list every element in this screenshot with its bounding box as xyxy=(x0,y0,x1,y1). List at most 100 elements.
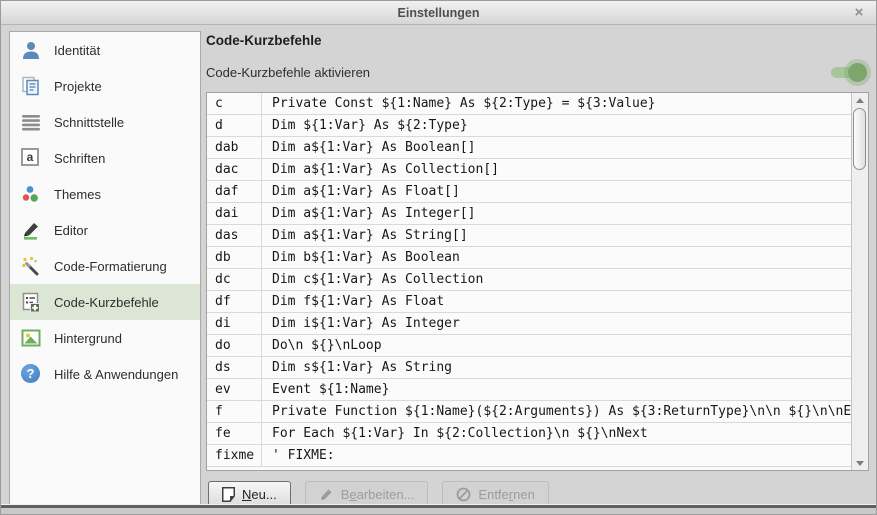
table-row[interactable]: fPrivate Function ${1:Name}(${2:Argument… xyxy=(207,401,851,423)
code-format-icon xyxy=(21,256,41,276)
sidebar-item-label: Code-Formatierung xyxy=(54,259,167,274)
enable-snippets-row: Code-Kurzbefehle aktivieren xyxy=(206,61,869,83)
pencil-icon xyxy=(319,487,334,502)
sidebar-item-editor[interactable]: Editor xyxy=(10,212,200,248)
sidebar-item-label: Projekte xyxy=(54,79,102,94)
settings-sidebar: Identität Projekte Schnittstelle a Schri… xyxy=(9,31,201,506)
fonts-icon-glyph: a xyxy=(27,151,34,163)
table-row[interactable]: dfDim f${1:Var} As Float xyxy=(207,291,851,313)
table-row[interactable]: dacDim a${1:Var} As Collection[] xyxy=(207,159,851,181)
table-row[interactable]: dsDim s${1:Var} As String xyxy=(207,357,851,379)
vertical-scrollbar[interactable] xyxy=(851,93,868,470)
fonts-icon: a xyxy=(21,148,41,168)
sidebar-item-label: Editor xyxy=(54,223,88,238)
shortcut-expansion: Private Const ${1:Name} As ${2:Type} = $… xyxy=(262,93,851,114)
window-title: Einstellungen xyxy=(398,6,480,20)
shortcut-code: daf xyxy=(207,181,262,202)
shortcut-code: dc xyxy=(207,269,262,290)
sidebar-item-label: Themes xyxy=(54,187,101,202)
table-row[interactable]: dbDim b${1:Var} As Boolean xyxy=(207,247,851,269)
scroll-up-icon[interactable] xyxy=(852,93,868,107)
sidebar-item-schriften[interactable]: a Schriften xyxy=(10,140,200,176)
shortcut-code: ds xyxy=(207,357,262,378)
shortcut-code: f xyxy=(207,401,262,422)
shortcuts-table: cPrivate Const ${1:Name} As ${2:Type} = … xyxy=(206,92,869,471)
table-row[interactable]: dafDim a${1:Var} As Float[] xyxy=(207,181,851,203)
enable-snippets-label: Code-Kurzbefehle aktivieren xyxy=(206,65,370,80)
help-icon-glyph: ? xyxy=(27,367,35,380)
table-row[interactable]: dasDim a${1:Var} As String[] xyxy=(207,225,851,247)
table-row[interactable]: fixme' FIXME: xyxy=(207,445,851,467)
sidebar-item-label: Code-Kurzbefehle xyxy=(54,295,159,310)
edit-button-label: Bearbeiten... xyxy=(341,487,415,502)
close-icon[interactable]: × xyxy=(851,5,867,21)
table-row[interactable]: evEvent ${1:Name} xyxy=(207,379,851,401)
shortcut-table-body: cPrivate Const ${1:Name} As ${2:Type} = … xyxy=(207,93,851,470)
title-bar[interactable]: Einstellungen × xyxy=(1,1,876,25)
interface-icon xyxy=(21,112,41,132)
remove-button-label: Entfernen xyxy=(478,487,534,502)
shortcut-expansion: Do\n ${}\nLoop xyxy=(262,335,851,356)
table-row[interactable]: doDo\n ${}\nLoop xyxy=(207,335,851,357)
table-row[interactable]: diDim i${1:Var} As Integer xyxy=(207,313,851,335)
shortcut-expansion: For Each ${1:Var} In ${2:Collection}\n $… xyxy=(262,423,851,444)
table-row[interactable]: dDim ${1:Var} As ${2:Type} xyxy=(207,115,851,137)
sidebar-item-projekte[interactable]: Projekte xyxy=(10,68,200,104)
scroll-down-icon[interactable] xyxy=(852,456,868,470)
sidebar-item-schnittstelle[interactable]: Schnittstelle xyxy=(10,104,200,140)
sidebar-item-hintergrund[interactable]: Hintergrund xyxy=(10,320,200,356)
shortcut-expansion: Dim a${1:Var} As Boolean[] xyxy=(262,137,851,158)
shortcut-expansion: Dim ${1:Var} As ${2:Type} xyxy=(262,115,851,136)
settings-window: Einstellungen × Identität Projekte Schni… xyxy=(0,0,877,515)
projects-icon xyxy=(21,76,41,96)
shortcut-expansion: Dim a${1:Var} As Float[] xyxy=(262,181,851,202)
shortcut-expansion: Dim s${1:Var} As String xyxy=(262,357,851,378)
sidebar-item-code-formatierung[interactable]: Code-Formatierung xyxy=(10,248,200,284)
themes-icon xyxy=(21,184,41,204)
shortcut-expansion: Dim a${1:Var} As Collection[] xyxy=(262,159,851,180)
shortcut-code: das xyxy=(207,225,262,246)
user-icon xyxy=(21,40,41,60)
editor-icon xyxy=(21,220,41,240)
shortcut-expansion: Dim c${1:Var} As Collection xyxy=(262,269,851,290)
shortcut-code: db xyxy=(207,247,262,268)
shortcut-expansion: Dim f${1:Var} As Float xyxy=(262,291,851,312)
scrollbar-thumb[interactable] xyxy=(853,108,866,170)
shortcut-code: c xyxy=(207,93,262,114)
shortcut-code: fe xyxy=(207,423,262,444)
sidebar-item-identitaet[interactable]: Identität xyxy=(10,32,200,68)
code-snippets-icon xyxy=(21,292,41,312)
sidebar-item-hilfe[interactable]: ? Hilfe & Anwendungen xyxy=(10,356,200,392)
sidebar-item-label: Schnittstelle xyxy=(54,115,124,130)
new-document-icon xyxy=(222,487,235,502)
sidebar-item-label: Schriften xyxy=(54,151,105,166)
table-row[interactable]: feFor Each ${1:Var} In ${2:Collection}\n… xyxy=(207,423,851,445)
sidebar-item-code-kurzbefehle[interactable]: Code-Kurzbefehle xyxy=(10,284,200,320)
help-icon: ? xyxy=(21,364,41,384)
shortcut-expansion: Dim a${1:Var} As String[] xyxy=(262,225,851,246)
shortcut-code: do xyxy=(207,335,262,356)
sidebar-item-label: Hilfe & Anwendungen xyxy=(54,367,178,382)
background-icon xyxy=(21,328,41,348)
new-button-label: Neu... xyxy=(242,487,277,502)
shortcut-code: dac xyxy=(207,159,262,180)
shortcut-code: df xyxy=(207,291,262,312)
enable-snippets-toggle[interactable] xyxy=(829,62,867,82)
sidebar-item-label: Identität xyxy=(54,43,100,58)
shortcut-expansion: Dim a${1:Var} As Integer[] xyxy=(262,203,851,224)
table-row[interactable]: dcDim c${1:Var} As Collection xyxy=(207,269,851,291)
shortcut-expansion: Dim b${1:Var} As Boolean xyxy=(262,247,851,268)
sidebar-item-label: Hintergrund xyxy=(54,331,122,346)
shortcut-expansion: Private Function ${1:Name}(${2:Arguments… xyxy=(262,401,851,422)
table-row[interactable]: daiDim a${1:Var} As Integer[] xyxy=(207,203,851,225)
shortcut-code: dai xyxy=(207,203,262,224)
shortcut-code: ev xyxy=(207,379,262,400)
shortcut-code: dab xyxy=(207,137,262,158)
table-row[interactable]: dabDim a${1:Var} As Boolean[] xyxy=(207,137,851,159)
sidebar-item-themes[interactable]: Themes xyxy=(10,176,200,212)
shortcut-expansion: Event ${1:Name} xyxy=(262,379,851,400)
page-title: Code-Kurzbefehle xyxy=(206,33,322,48)
shortcut-code: di xyxy=(207,313,262,334)
table-row[interactable]: cPrivate Const ${1:Name} As ${2:Type} = … xyxy=(207,93,851,115)
shortcut-expansion: ' FIXME: xyxy=(262,445,851,466)
